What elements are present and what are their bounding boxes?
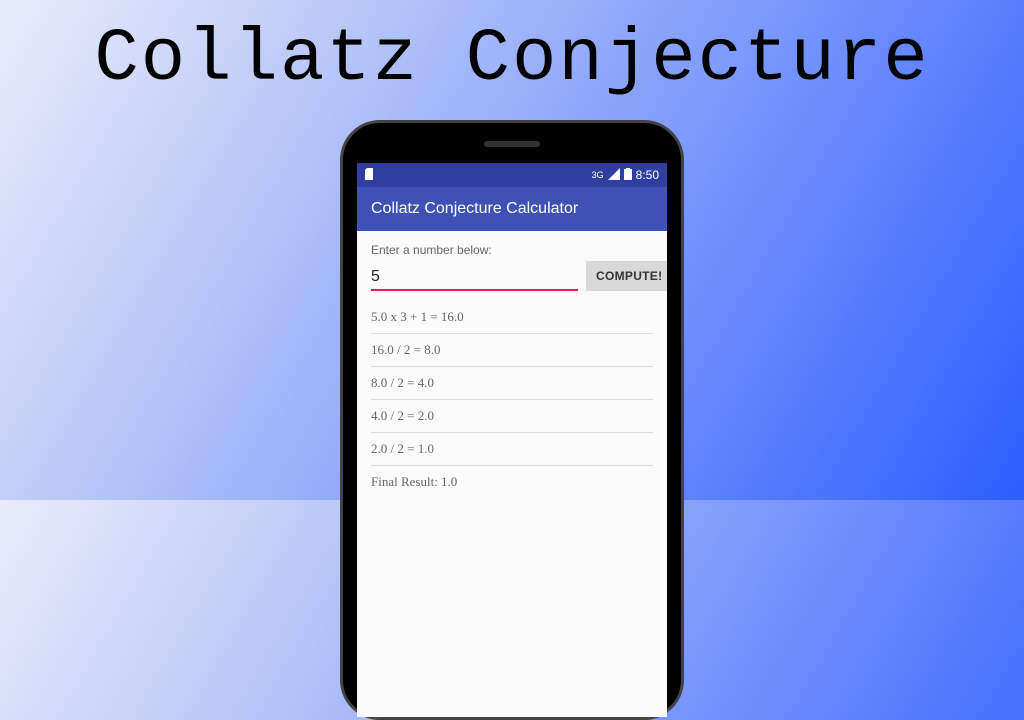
- sim-icon: [365, 168, 375, 183]
- battery-icon: [624, 168, 632, 183]
- network-label: 3G: [592, 170, 604, 180]
- phone-speaker: [484, 141, 540, 147]
- app-title: Collatz Conjecture Calculator: [371, 200, 578, 218]
- result-step: 5.0 x 3 + 1 = 16.0: [371, 301, 653, 334]
- input-row: COMPUTE!: [371, 261, 653, 291]
- main-content: Enter a number below: COMPUTE! 5.0 x 3 +…: [357, 231, 667, 717]
- result-step: 4.0 / 2 = 2.0: [371, 400, 653, 433]
- compute-button[interactable]: COMPUTE!: [586, 261, 667, 291]
- phone-frame: 3G 8:50 Collatz Conjecture Calculator En…: [340, 120, 684, 720]
- app-bar: Collatz Conjecture Calculator: [357, 187, 667, 231]
- result-step: 8.0 / 2 = 4.0: [371, 367, 653, 400]
- status-bar: 3G 8:50: [357, 163, 667, 187]
- input-prompt: Enter a number below:: [371, 243, 653, 257]
- number-input[interactable]: [371, 264, 578, 291]
- clock-label: 8:50: [636, 168, 659, 182]
- phone-screen: 3G 8:50 Collatz Conjecture Calculator En…: [357, 163, 667, 717]
- signal-icon: [608, 168, 620, 183]
- result-final: Final Result: 1.0: [371, 466, 653, 498]
- result-step: 2.0 / 2 = 1.0: [371, 433, 653, 466]
- hero-title: Collatz Conjecture: [0, 0, 1024, 102]
- result-step: 16.0 / 2 = 8.0: [371, 334, 653, 367]
